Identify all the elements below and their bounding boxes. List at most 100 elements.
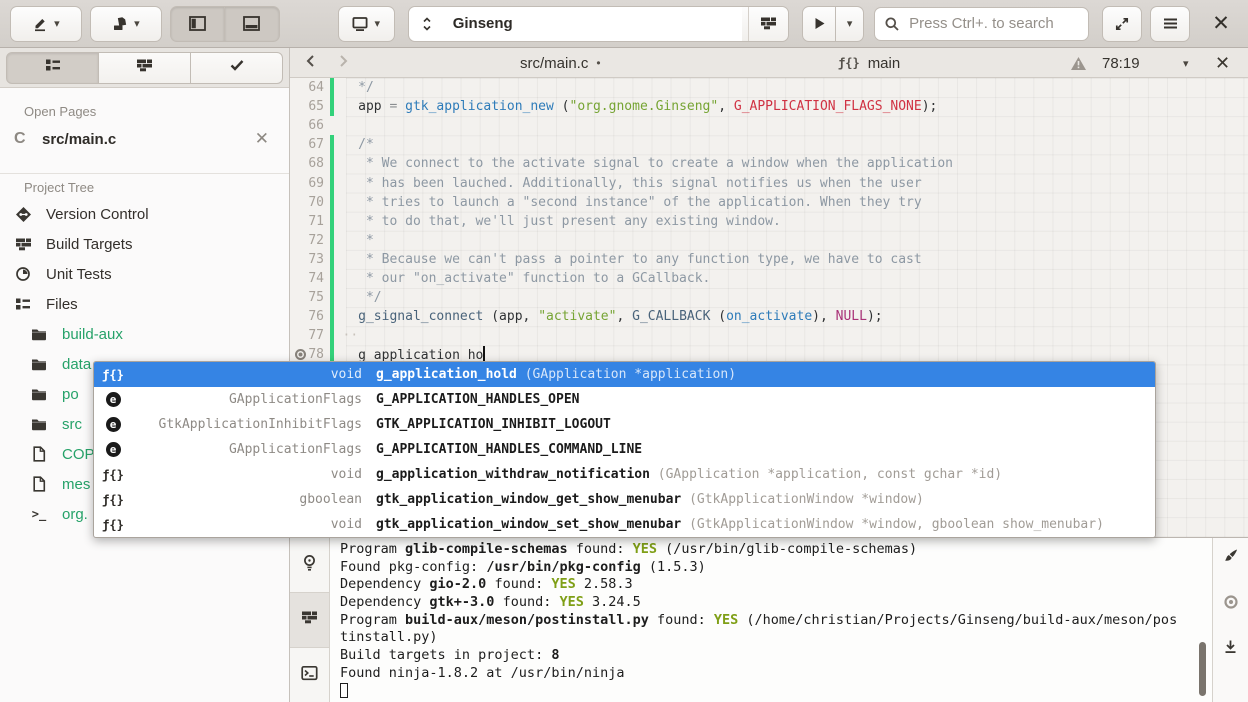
close-page-icon[interactable]: ✕ [249, 129, 275, 149]
hamburger-menu-icon [1163, 17, 1178, 30]
tree-node-version-control[interactable]: Version Control [0, 199, 289, 229]
code-line-70[interactable]: 70 * tries to launch a "second instance"… [290, 193, 1248, 212]
toggle-bottom-panel-button[interactable] [225, 6, 280, 42]
bottom-panel-tabs [290, 538, 330, 702]
messages-tab[interactable] [290, 538, 329, 593]
sidebar-tab-pages[interactable] [6, 52, 99, 84]
function-icon: ƒ{} [102, 368, 124, 382]
window-close-button[interactable]: ✕ [1204, 11, 1238, 36]
chevron-right-icon [336, 54, 350, 72]
completion-row[interactable]: ƒ{}gbooleangtk_application_window_get_sh… [94, 487, 1155, 512]
output-line [340, 683, 1212, 701]
code-line-72[interactable]: 72 * [290, 231, 1248, 250]
symbol-breadcrumb[interactable]: ƒ{} main [838, 48, 900, 78]
sidebar-tab-build[interactable] [99, 52, 191, 84]
tree-node-files[interactable]: Files [0, 289, 289, 319]
back-button[interactable] [304, 48, 318, 78]
output-scrollbar[interactable] [1199, 642, 1206, 696]
tree-node-build-targets[interactable]: Build Targets [0, 229, 289, 259]
code-line-66[interactable]: 66 [290, 116, 1248, 135]
build-targets-icon [760, 16, 777, 31]
completion-row[interactable]: ƒ{}voidg_application_hold (GApplication … [94, 362, 1155, 387]
function-icon: ƒ{} [102, 518, 124, 532]
code-line-69[interactable]: 69 * has been lauched. Additionally, thi… [290, 173, 1248, 192]
search-input[interactable] [874, 7, 1089, 41]
run-button[interactable] [802, 6, 836, 42]
enum-icon: e [106, 392, 121, 407]
code-line-68[interactable]: 68 * We connect to the activate signal t… [290, 154, 1248, 173]
tree-node-unit-tests[interactable]: Unit Tests [0, 259, 289, 289]
terminal-tab[interactable] [290, 648, 329, 702]
editor-path-bar: src/main.c • ƒ{} main 78:19 ▾ ✕ [290, 48, 1248, 78]
return-type: void [124, 517, 366, 532]
function-icon: ƒ{} [102, 493, 124, 507]
target-icon[interactable] [1223, 594, 1239, 615]
build-targets-icon [301, 610, 318, 630]
sidebar-divider [0, 173, 289, 174]
code-line-73[interactable]: 73 * Because we can't pass a pointer to … [290, 250, 1248, 269]
terminal-cursor [340, 683, 348, 698]
enum-icon: e [106, 442, 121, 457]
output-line: Build targets in project: 8 [340, 647, 1212, 665]
project-combo-entry[interactable]: Ginseng [409, 7, 742, 41]
open-page-row[interactable]: C src/main.c ✕ [0, 123, 289, 155]
close-editor-icon[interactable]: ✕ [1215, 48, 1230, 78]
device-selector-button[interactable]: ▾ [338, 6, 395, 42]
toggle-left-panel-button[interactable] [170, 6, 225, 42]
return-type: GtkApplicationInhibitFlags [124, 417, 366, 432]
code-line-64[interactable]: 64 */ [290, 78, 1248, 97]
completion-row[interactable]: eGApplicationFlagsG_APPLICATION_HANDLES_… [94, 387, 1155, 412]
sidebar-tab-checks[interactable] [191, 52, 283, 84]
code-line-77[interactable]: 77·· [290, 326, 1248, 345]
breadcrumb[interactable]: src/main.c • [520, 48, 601, 78]
breadcrumb-path: src/main.c [520, 55, 588, 72]
search-icon [884, 16, 900, 37]
function-symbol-icon: ƒ{} [838, 56, 860, 70]
return-type: gboolean [124, 492, 366, 507]
download-icon[interactable] [1223, 639, 1238, 660]
build-target-button[interactable] [748, 7, 788, 41]
menu-button[interactable] [1150, 6, 1190, 42]
c-language-icon: C [14, 130, 36, 148]
fullscreen-expand-icon [1114, 16, 1130, 32]
output-line: Found pkg-config: /usr/bin/pkg-config (1… [340, 559, 1212, 577]
output-line: tinstall.py) [340, 629, 1212, 647]
completion-row[interactable]: ƒ{}voidg_application_withdraw_notificati… [94, 462, 1155, 487]
modified-dot: • [596, 56, 600, 70]
panel-bottom-icon [243, 16, 260, 31]
completion-params: (GtkApplicationWindow *window, gboolean … [681, 517, 1104, 532]
build-output-text: Program glib-compile-schemas found: YES … [340, 541, 1212, 700]
forward-button[interactable] [336, 48, 350, 78]
tree-file-build-aux[interactable]: build-aux [0, 319, 289, 349]
bottom-panel: Program glib-compile-schemas found: YES … [290, 537, 1248, 702]
code-line-74[interactable]: 74 * our "on_activate" function to a GCa… [290, 269, 1248, 288]
function-icon: ƒ{} [102, 468, 124, 482]
diagnostics-warning-icon[interactable] [1070, 48, 1087, 78]
export-button[interactable]: ▾ [90, 6, 162, 42]
open-pages-label: Open Pages [24, 104, 289, 119]
fullscreen-button[interactable] [1102, 6, 1142, 42]
run-options-button[interactable]: ▾ [836, 6, 864, 42]
build-brush-icon[interactable] [1222, 548, 1239, 570]
chevron-down-icon: ▾ [54, 17, 60, 30]
code-lines: 64 */65 app = gtk_application_new ("org.… [290, 78, 1248, 364]
page-options-chevron-icon[interactable]: ▾ [1183, 48, 1189, 78]
code-line-76[interactable]: 76 g_signal_connect (app, "activate", G_… [290, 307, 1248, 326]
list-icon [45, 57, 61, 78]
code-line-65[interactable]: 65 app = gtk_application_new ("org.gnome… [290, 97, 1248, 116]
output-line: Found ninja-1.8.2 at /usr/bin/ninja [340, 665, 1212, 683]
return-type: void [124, 467, 366, 482]
code-line-75[interactable]: 75 */ [290, 288, 1248, 307]
build-output-tab[interactable] [290, 593, 329, 648]
perspective-selector-button[interactable]: ▾ [10, 6, 82, 42]
completion-name: g_application_hold [376, 367, 517, 382]
completion-params: (GtkApplicationWindow *window) [681, 492, 924, 507]
chevron-down-icon: ▾ [134, 17, 140, 30]
project-combo[interactable]: Ginseng [408, 6, 789, 42]
code-line-67[interactable]: 67 /* [290, 135, 1248, 154]
open-page-name: src/main.c [42, 131, 249, 148]
completion-row[interactable]: ƒ{}voidgtk_application_window_set_show_m… [94, 512, 1155, 537]
code-line-71[interactable]: 71 * to do that, we'll just present any … [290, 212, 1248, 231]
completion-row[interactable]: eGApplicationFlagsG_APPLICATION_HANDLES_… [94, 437, 1155, 462]
completion-row[interactable]: eGtkApplicationInhibitFlagsGTK_APPLICATI… [94, 412, 1155, 437]
